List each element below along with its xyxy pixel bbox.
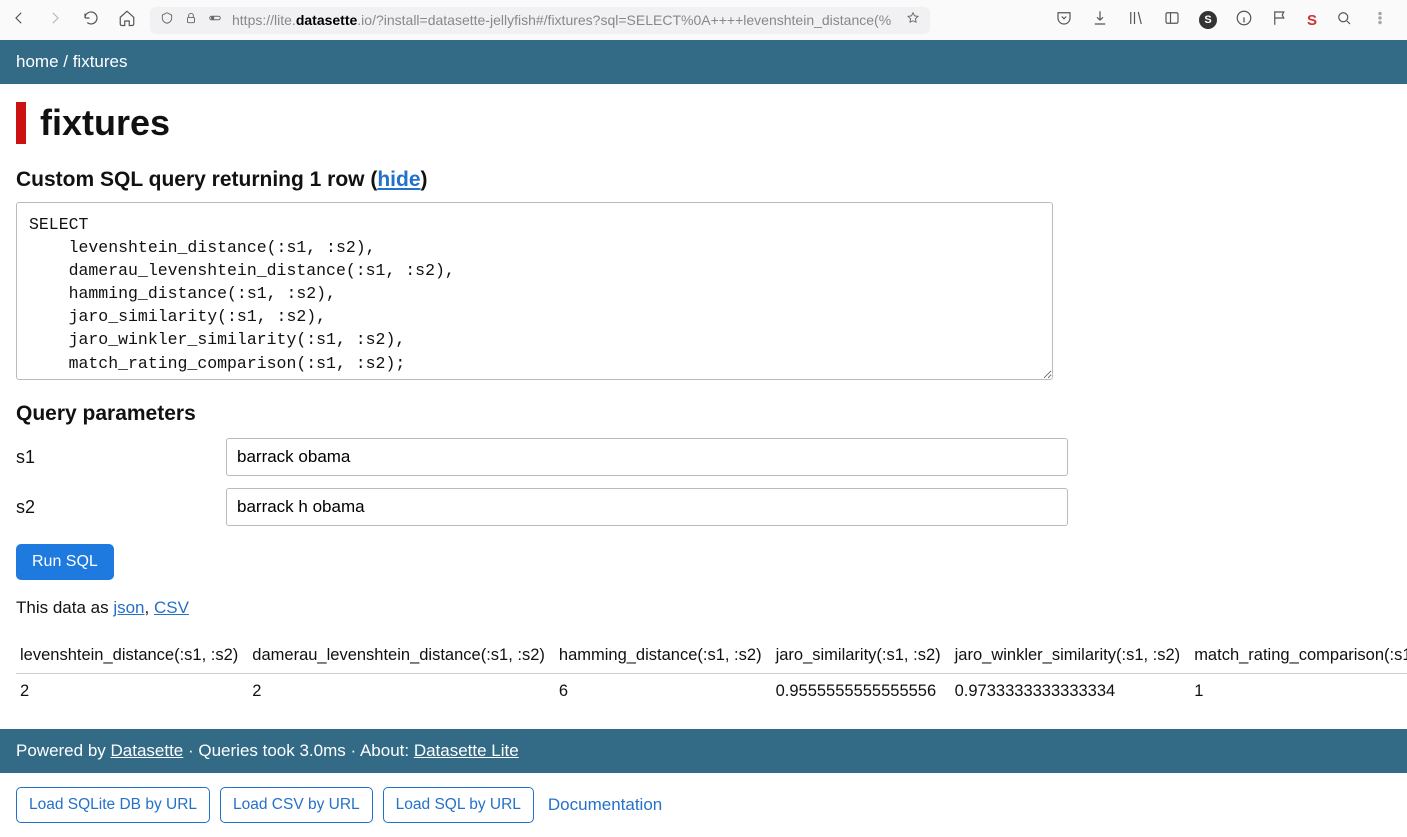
json-link[interactable]: json <box>113 598 144 617</box>
download-icon[interactable] <box>1091 9 1109 32</box>
library-icon[interactable] <box>1127 9 1145 32</box>
csv-link[interactable]: CSV <box>154 598 189 617</box>
footer: Powered by Datasette · Queries took 3.0m… <box>0 729 1407 773</box>
col-header[interactable]: jaro_winkler_similarity(:s1, :s2) <box>951 640 1191 674</box>
info-icon[interactable] <box>1235 9 1253 32</box>
col-header[interactable]: jaro_similarity(:s1, :s2) <box>772 640 951 674</box>
about-link[interactable]: Datasette Lite <box>414 741 519 760</box>
star-icon[interactable] <box>906 11 920 30</box>
param-s2-input[interactable] <box>226 488 1068 526</box>
documentation-link[interactable]: Documentation <box>548 795 662 815</box>
sidebar-icon[interactable] <box>1163 9 1181 32</box>
pocket-icon[interactable] <box>1055 9 1073 32</box>
load-sqlite-button[interactable]: Load SQLite DB by URL <box>16 787 210 823</box>
cell: 0.9555555555555556 <box>772 674 951 710</box>
breadcrumb-current: fixtures <box>73 52 128 71</box>
run-sql-button[interactable]: Run SQL <box>16 544 114 580</box>
table-row: 2 2 6 0.9555555555555556 0.9733333333333… <box>16 674 1407 710</box>
param-s1-input[interactable] <box>226 438 1068 476</box>
flag-icon[interactable] <box>1271 9 1289 32</box>
cell: 2 <box>16 674 248 710</box>
url-text: https://lite.datasette.io/?install=datas… <box>232 12 896 28</box>
home-icon[interactable] <box>118 9 136 32</box>
breadcrumb-home[interactable]: home <box>16 52 59 71</box>
back-icon[interactable] <box>10 9 28 32</box>
sql-editor[interactable]: SELECT levenshtein_distance(:s1, :s2), d… <box>16 202 1053 380</box>
ext-icon-s[interactable]: S <box>1199 11 1217 29</box>
url-bar[interactable]: https://lite.datasette.io/?install=datas… <box>150 7 930 34</box>
params-heading: Query parameters <box>16 402 1391 426</box>
menu-icon[interactable] <box>1371 9 1389 32</box>
cell: 2 <box>248 674 555 710</box>
col-header[interactable]: damerau_levenshtein_distance(:s1, :s2) <box>248 640 555 674</box>
ext-icon-red[interactable]: S <box>1307 12 1317 29</box>
cell: 1 <box>1190 674 1407 710</box>
load-csv-button[interactable]: Load CSV by URL <box>220 787 373 823</box>
cell: 0.9733333333333334 <box>951 674 1191 710</box>
col-header[interactable]: match_rating_comparison(:s1, :s2) <box>1190 640 1407 674</box>
page-title: fixtures <box>16 102 1391 144</box>
browser-toolbar: https://lite.datasette.io/?install=datas… <box>0 0 1407 40</box>
col-header[interactable]: hamming_distance(:s1, :s2) <box>555 640 772 674</box>
load-row: Load SQLite DB by URL Load CSV by URL Lo… <box>0 773 1407 837</box>
forward-icon[interactable] <box>46 9 64 32</box>
breadcrumb: home / fixtures <box>0 40 1407 84</box>
results-table: levenshtein_distance(:s1, :s2) damerau_l… <box>16 640 1407 709</box>
shield-icon <box>160 11 174 30</box>
search-icon[interactable] <box>1335 9 1353 32</box>
datasette-link[interactable]: Datasette <box>111 741 184 760</box>
cell: 6 <box>555 674 772 710</box>
param-s1-label: s1 <box>16 447 226 468</box>
param-s2-label: s2 <box>16 497 226 518</box>
query-summary: Custom SQL query returning 1 row (hide) <box>16 168 1391 192</box>
data-as: This data as json, CSV <box>16 598 1391 618</box>
load-sql-button[interactable]: Load SQL by URL <box>383 787 534 823</box>
col-header[interactable]: levenshtein_distance(:s1, :s2) <box>16 640 248 674</box>
lock-icon <box>184 11 198 30</box>
toggle-icon <box>208 11 222 30</box>
hide-link[interactable]: hide <box>377 168 420 191</box>
reload-icon[interactable] <box>82 9 100 32</box>
